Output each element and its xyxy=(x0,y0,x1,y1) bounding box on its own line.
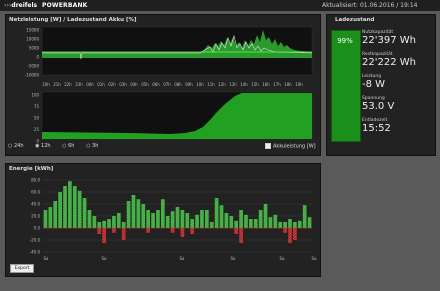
energy-bar-positive xyxy=(263,204,268,228)
energy-day-label: Sa xyxy=(180,256,186,261)
energy-bar-positive xyxy=(180,210,185,228)
energy-bar-positive xyxy=(234,220,239,228)
energy-bar-positive xyxy=(288,219,292,228)
energy-bar-positive xyxy=(195,214,199,228)
energy-bar-negative xyxy=(283,228,287,233)
energy-bar-positive xyxy=(146,210,150,228)
energy-bar-positive xyxy=(175,207,180,228)
energy-bar-positive xyxy=(253,219,258,228)
energy-bar-positive xyxy=(190,219,195,228)
energy-bar-positive xyxy=(77,190,82,228)
energy-tick-label: 60.0 xyxy=(31,190,40,195)
energy-bar-positive xyxy=(302,205,307,228)
energy-bar-positive xyxy=(185,213,190,228)
energy-bar-negative xyxy=(121,228,126,240)
energy-bar-positive xyxy=(97,222,102,228)
energy-bar-positive xyxy=(141,204,146,228)
energy-bar-positive xyxy=(219,205,224,228)
energy-bar-positive xyxy=(116,213,121,228)
energy-bar-positive xyxy=(160,199,165,228)
energy-bar-positive xyxy=(249,219,253,228)
energy-bar-positive xyxy=(126,201,131,228)
energy-bar-negative xyxy=(112,228,116,233)
energy-bar-positive xyxy=(200,210,204,228)
energy-day-label: Sa xyxy=(280,256,286,261)
energy-bar-negative xyxy=(102,228,106,243)
energy-bar-positive xyxy=(307,217,312,228)
battery-percent: 99% xyxy=(337,37,353,45)
energy-bar-negative xyxy=(146,228,150,233)
energy-bar-negative xyxy=(239,228,243,243)
energy-bar-positive xyxy=(258,210,263,228)
rest-value: 22'222 Wh xyxy=(362,57,416,68)
energy-bar-positive xyxy=(121,222,126,228)
spannung-value: 53.0 V xyxy=(362,101,395,112)
energy-tick-label: 40.0 xyxy=(31,202,40,207)
energy-bar-positive xyxy=(112,216,116,228)
export-button[interactable]: Export xyxy=(10,264,34,273)
energy-bar-positive xyxy=(165,216,170,228)
energy-bar-positive xyxy=(297,220,302,228)
energy-bar-positive xyxy=(58,192,62,228)
energy-bar-negative xyxy=(170,228,175,233)
energy-bar-positive xyxy=(136,199,141,228)
energy-bar-positive xyxy=(43,210,48,228)
energy-bar-positive xyxy=(82,198,87,228)
energy-bar-positive xyxy=(72,186,77,228)
energy-bar-positive xyxy=(283,222,287,228)
energy-day-label: So xyxy=(102,256,108,261)
energy-bar-positive xyxy=(131,195,136,228)
energy-bar-positive xyxy=(92,216,97,228)
energy-bar-positive xyxy=(214,198,219,228)
energy-bar-positive xyxy=(87,210,92,228)
energy-bar-positive xyxy=(224,213,229,228)
energy-bar-negative xyxy=(97,228,102,234)
energy-bar-positive xyxy=(239,210,243,228)
energy-bar-negative xyxy=(293,228,297,240)
energy-bar-positive xyxy=(278,222,283,228)
energy-tick-label: -20.0 xyxy=(30,238,41,243)
energy-bar-positive xyxy=(268,217,273,228)
energy-bar-positive xyxy=(156,210,160,228)
energy-tick-label: 0.0 xyxy=(34,226,41,231)
leistung-value: -8 W xyxy=(362,79,386,90)
energy-bar-negative xyxy=(288,228,292,243)
energy-bar-negative xyxy=(190,228,195,234)
nutz-value: 22'397 Wh xyxy=(362,35,416,46)
energy-bar-positive xyxy=(48,207,53,228)
entlade-value: 15:52 xyxy=(362,123,391,134)
energy-bar-positive xyxy=(170,211,175,228)
energy-bar-positive xyxy=(63,186,67,228)
energy-tick-label: 80.0 xyxy=(31,178,40,183)
energy-tick-label: 20.0 xyxy=(31,214,40,219)
energy-bar-positive xyxy=(107,219,111,228)
energy-day-label: So xyxy=(231,256,237,261)
energy-bar-positive xyxy=(68,181,72,228)
energy-bar-positive xyxy=(53,201,58,228)
energy-bar-positive xyxy=(293,222,297,228)
energy-bar-negative xyxy=(234,228,239,234)
energy-bar-positive xyxy=(209,222,214,228)
ladezustand-title: Ladezustand xyxy=(335,17,375,23)
energy-bar-positive xyxy=(229,216,234,228)
energy-bar-positive xyxy=(205,210,209,228)
energy-bar-positive xyxy=(102,220,106,228)
energy-day-label: Sa xyxy=(44,256,50,261)
energy-bar-negative xyxy=(180,228,185,237)
energy-day-label: So xyxy=(312,256,318,261)
energy-tick-label: -40.0 xyxy=(30,250,41,255)
energy-bar-positive xyxy=(151,213,155,228)
energy-bar-positive xyxy=(273,214,278,228)
energy-bar-positive xyxy=(244,214,248,228)
battery-bar xyxy=(331,30,361,142)
